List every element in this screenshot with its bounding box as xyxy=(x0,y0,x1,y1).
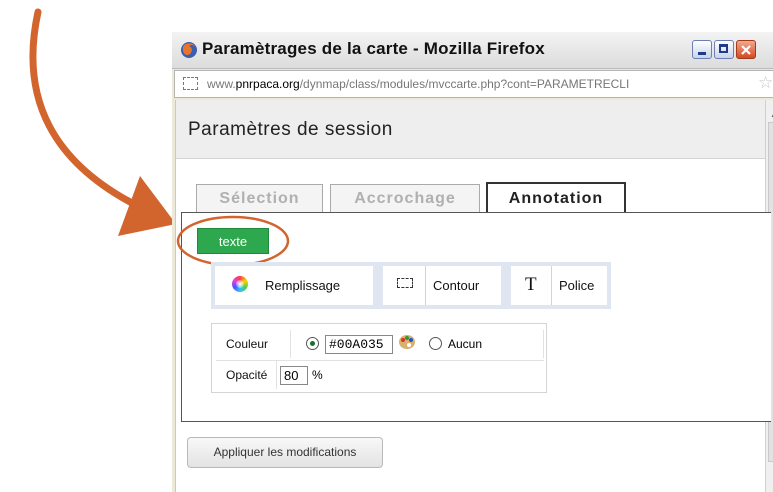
style-subtabs: Remplissage Contour T Police xyxy=(211,262,611,309)
subtab-remplissage[interactable]: Remplissage xyxy=(215,266,373,305)
divider xyxy=(543,330,544,358)
minimize-button[interactable] xyxy=(692,40,712,59)
tab-accrochage[interactable]: Accrochage xyxy=(330,184,480,212)
maximize-icon xyxy=(719,44,728,53)
color-radio[interactable] xyxy=(306,337,319,350)
tab-selection[interactable]: Sélection xyxy=(196,184,323,212)
page-title: Paramètres de session xyxy=(188,119,393,140)
none-radio[interactable] xyxy=(429,337,442,350)
title-bar[interactable]: Paramètrages de la carte - Mozilla Firef… xyxy=(172,32,773,69)
url-text[interactable]: www.pnrpaca.org/dynmap/class/modules/mvc… xyxy=(207,77,629,91)
divider xyxy=(290,330,291,358)
divider xyxy=(425,266,426,305)
opacity-input[interactable]: 80 xyxy=(280,366,308,385)
opacity-unit: % xyxy=(312,368,323,382)
address-bar[interactable]: www.pnrpaca.org/dynmap/class/modules/mvc… xyxy=(174,70,773,98)
session-header: Paramètres de session xyxy=(176,100,766,159)
divider xyxy=(276,361,277,389)
tab-annotation[interactable]: Annotation xyxy=(486,182,626,214)
dashed-rectangle-icon xyxy=(397,278,413,288)
none-label: Aucun xyxy=(448,337,483,351)
page-icon xyxy=(183,77,198,90)
firefox-icon xyxy=(181,42,197,58)
window-title: Paramètrages de la carte - Mozilla Firef… xyxy=(202,39,545,58)
opacity-label: Opacité xyxy=(226,368,268,382)
opacity-row: Opacité 80 % xyxy=(216,360,544,389)
subtab-contour[interactable]: Contour xyxy=(383,266,501,305)
color-label: Couleur xyxy=(226,337,269,351)
color-row: Couleur #00A035 Aucun xyxy=(216,330,544,358)
maximize-button[interactable] xyxy=(714,40,734,59)
bookmark-star-icon[interactable]: ☆ xyxy=(758,73,773,93)
apply-button[interactable]: Appliquer les modifications xyxy=(187,437,383,468)
minimize-icon xyxy=(698,52,706,55)
subtab-police[interactable]: T Police xyxy=(511,266,607,305)
color-wheel-icon xyxy=(232,276,248,292)
fill-properties: Couleur #00A035 Aucun Opacité 80 % xyxy=(211,323,547,393)
palette-icon[interactable] xyxy=(398,334,416,350)
close-button[interactable] xyxy=(736,40,756,59)
color-hex-input[interactable]: #00A035 xyxy=(325,335,393,354)
close-icon xyxy=(741,45,751,55)
font-t-icon: T xyxy=(525,274,537,295)
texte-button[interactable]: texte xyxy=(197,228,269,254)
divider xyxy=(551,266,552,305)
